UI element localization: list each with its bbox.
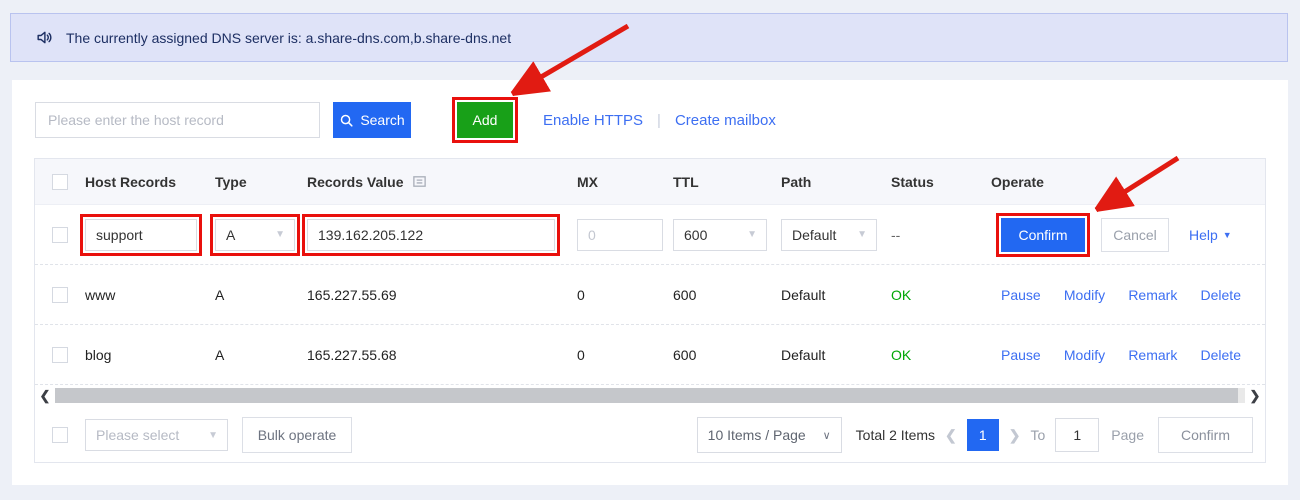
ttl-value: 600 — [684, 227, 707, 243]
host-record-search-input[interactable] — [35, 102, 320, 138]
chevron-down-icon: ▼ — [208, 430, 218, 441]
add-record-button[interactable]: Add — [457, 102, 513, 138]
table-header-row: Host Records Type Records Value MX TTL P… — [35, 159, 1265, 205]
dns-records-page: The currently assigned DNS server is: a.… — [0, 0, 1300, 500]
ttl-select[interactable]: 600 ▼ — [673, 219, 767, 251]
column-operate: Operate — [991, 174, 1265, 190]
row-type: A — [215, 287, 307, 303]
scrollbar-track[interactable] — [55, 388, 1245, 403]
confirm-record-button[interactable]: Confirm — [1001, 218, 1085, 252]
chevron-down-icon: ∨ — [823, 429, 831, 442]
row-value: 165.227.55.69 — [307, 287, 577, 303]
row-status: OK — [891, 287, 911, 303]
search-button-label: Search — [360, 112, 404, 128]
enable-https-link[interactable]: Enable HTTPS — [543, 112, 643, 129]
row-mx: 0 — [577, 347, 673, 363]
chevron-down-icon: ▼ — [857, 229, 867, 240]
banner-text: The currently assigned DNS server is: a.… — [66, 30, 511, 46]
help-label: Help — [1189, 227, 1218, 243]
pagination-confirm-button[interactable]: Confirm — [1158, 417, 1253, 453]
modify-link[interactable]: Modify — [1064, 347, 1105, 363]
row-path: Default — [781, 287, 891, 303]
path-value: Default — [792, 227, 836, 243]
page-size-value: 10 Items / Page — [708, 427, 806, 443]
table-footer: Please select ▼ Bulk operate 10 Items / … — [35, 406, 1265, 464]
scroll-right-icon[interactable]: ❯ — [1245, 385, 1265, 406]
horizontal-scrollbar: ❮ ❯ — [35, 385, 1265, 406]
toolbar-links: Enable HTTPS | Create mailbox — [543, 112, 776, 129]
delete-link[interactable]: Delete — [1201, 347, 1241, 363]
scroll-left-icon[interactable]: ❮ — [35, 385, 55, 406]
modify-link[interactable]: Modify — [1064, 287, 1105, 303]
row-checkbox[interactable] — [52, 227, 68, 243]
records-value-display-icon[interactable] — [412, 174, 427, 189]
pause-link[interactable]: Pause — [1001, 347, 1041, 363]
row-status: OK — [891, 347, 911, 363]
column-records-value: Records Value — [307, 174, 404, 190]
row-ttl: 600 — [673, 347, 781, 363]
records-table: Host Records Type Records Value MX TTL P… — [34, 158, 1266, 463]
help-dropdown[interactable]: Help ▼ — [1189, 227, 1232, 243]
link-divider: | — [657, 112, 661, 129]
total-items-label: Total 2 Items — [856, 427, 935, 443]
search-icon — [339, 113, 354, 128]
row-checkbox[interactable] — [52, 347, 68, 363]
row-ttl: 600 — [673, 287, 781, 303]
column-ttl: TTL — [673, 174, 781, 190]
chevron-down-icon: ▼ — [1223, 230, 1232, 240]
column-path: Path — [781, 174, 891, 190]
row-path: Default — [781, 347, 891, 363]
edit-record-row: A ▼ 600 — [35, 205, 1265, 265]
chevron-down-icon: ▼ — [275, 229, 285, 240]
next-page-icon[interactable]: ❯ — [1009, 427, 1021, 444]
column-status: Status — [891, 174, 991, 190]
row-checkbox[interactable] — [52, 287, 68, 303]
toolbar: Search Add Enable HTTPS | Create mailbox — [35, 102, 776, 138]
row-mx: 0 — [577, 287, 673, 303]
row-host: blog — [85, 347, 215, 363]
bulk-action-select[interactable]: Please select ▼ — [85, 419, 228, 451]
pagination: 10 Items / Page ∨ Total 2 Items ❮ 1 ❯ To… — [697, 417, 1265, 453]
search-button[interactable]: Search — [333, 102, 411, 138]
record-type-select[interactable]: A ▼ — [215, 219, 295, 251]
current-page-button[interactable]: 1 — [967, 419, 999, 451]
table-row: www A 165.227.55.69 0 600 Default OK Pau… — [35, 265, 1265, 325]
scrollbar-thumb[interactable] — [55, 388, 1238, 403]
create-mailbox-link[interactable]: Create mailbox — [675, 112, 776, 129]
row-type: A — [215, 347, 307, 363]
records-value-input[interactable] — [307, 219, 555, 251]
select-all-checkbox[interactable] — [52, 174, 68, 190]
page-label: Page — [1111, 427, 1144, 443]
chevron-down-icon: ▼ — [747, 229, 757, 240]
column-host-records: Host Records — [85, 174, 215, 190]
pause-link[interactable]: Pause — [1001, 287, 1041, 303]
cancel-button[interactable]: Cancel — [1101, 218, 1169, 252]
edit-row-status: -- — [891, 227, 900, 243]
page-size-select[interactable]: 10 Items / Page ∨ — [697, 417, 842, 453]
goto-label: To — [1031, 427, 1046, 443]
host-record-input[interactable] — [85, 219, 197, 251]
column-type: Type — [215, 174, 307, 190]
table-row: blog A 165.227.55.68 0 600 Default OK Pa… — [35, 325, 1265, 385]
remark-link[interactable]: Remark — [1128, 347, 1177, 363]
row-host: www — [85, 287, 215, 303]
announcement-speaker-icon — [35, 28, 54, 47]
remark-link[interactable]: Remark — [1128, 287, 1177, 303]
bulk-select-placeholder: Please select — [96, 427, 179, 443]
mx-input[interactable] — [577, 219, 663, 251]
prev-page-icon[interactable]: ❮ — [945, 427, 957, 444]
path-select[interactable]: Default ▼ — [781, 219, 877, 251]
content-card: Search Add Enable HTTPS | Create mailbox… — [12, 80, 1288, 485]
footer-select-all-checkbox[interactable] — [52, 427, 68, 443]
delete-link[interactable]: Delete — [1201, 287, 1241, 303]
row-value: 165.227.55.68 — [307, 347, 577, 363]
goto-page-input[interactable] — [1055, 418, 1099, 452]
bulk-operate-button[interactable]: Bulk operate — [242, 417, 352, 453]
dns-server-banner: The currently assigned DNS server is: a.… — [10, 13, 1288, 62]
record-type-value: A — [226, 227, 235, 243]
column-mx: MX — [577, 174, 673, 190]
